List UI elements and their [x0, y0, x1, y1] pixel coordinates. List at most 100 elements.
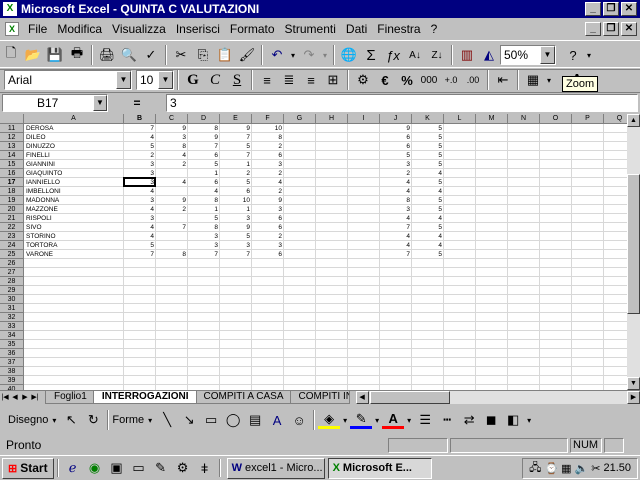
chevron-down-icon[interactable]: ▾	[144, 409, 156, 431]
print-preview-icon[interactable]: 🖶	[66, 44, 88, 66]
student-name-cell[interactable]: SIVO	[26, 223, 126, 232]
grade-cell[interactable]: 5	[124, 142, 156, 151]
line-color-icon[interactable]: ✎	[350, 411, 373, 429]
grade-cell[interactable]: 7	[188, 142, 220, 151]
tray-tool-icon[interactable]: ✂	[591, 462, 600, 475]
column-header-i[interactable]: I	[348, 114, 380, 124]
column-header-l[interactable]: L	[444, 114, 476, 124]
grade-cell[interactable]: 3	[380, 160, 412, 169]
row-header-15[interactable]: 15	[0, 160, 24, 169]
column-header-e[interactable]: E	[220, 114, 252, 124]
column-header-f[interactable]: F	[252, 114, 284, 124]
row-header-25[interactable]: 25	[0, 250, 24, 259]
grade-cell[interactable]: 7	[124, 124, 156, 133]
row-header-29[interactable]: 29	[0, 286, 24, 295]
grade-cell[interactable]: 2	[124, 151, 156, 160]
percent-button[interactable]: %	[396, 69, 418, 91]
menu-inserisci[interactable]: Inserisci	[171, 22, 225, 36]
line-style-icon[interactable]: ☰	[414, 409, 436, 431]
grade-cell[interactable]: 7	[380, 250, 412, 259]
column-header-k[interactable]: K	[412, 114, 444, 124]
menu-file[interactable]: File	[23, 22, 52, 36]
column-header-d[interactable]: D	[188, 114, 220, 124]
grade-cell[interactable]: 3	[156, 133, 188, 142]
column-header-b[interactable]: B	[124, 114, 156, 124]
sheet-tab-interrogazioni[interactable]: INTERROGAZIONI	[92, 391, 198, 404]
grade-cell[interactable]: 3	[252, 205, 284, 214]
column-header-h[interactable]: H	[316, 114, 348, 124]
autoshapes-button[interactable]: Forme	[112, 414, 144, 426]
grade-cell[interactable]: 4	[380, 178, 412, 187]
prev-sheet-icon[interactable]: ◀	[10, 392, 20, 404]
student-name-cell[interactable]: GIANNINI	[26, 160, 126, 169]
spreadsheet-grid[interactable]: A B C D E F G H I J K L M N O P Q 11 DEROSA 7 9 8 9 10 9 5 12 DILEO…	[0, 114, 627, 390]
grade-cell[interactable]: 3	[124, 196, 156, 205]
grade-cell[interactable]: 4	[380, 241, 412, 250]
grade-cell[interactable]: 3	[124, 214, 156, 223]
grade-cell[interactable]: 6	[252, 151, 284, 160]
vertical-scrollbar[interactable]: ▲ ▼	[627, 114, 640, 390]
rectangle-icon[interactable]: ▭	[200, 409, 222, 431]
first-sheet-icon[interactable]: |◀	[0, 392, 10, 404]
student-name-cell[interactable]: IMBELLONI	[26, 187, 126, 196]
column-header-q[interactable]: Q	[604, 114, 627, 124]
chevron-down-icon[interactable]: ▾	[48, 409, 60, 431]
thousands-button[interactable]: 000	[418, 69, 440, 91]
undo-dropdown-icon[interactable]: ▾	[288, 44, 298, 66]
toolbar-options-icon[interactable]: ▾	[584, 44, 594, 66]
student-name-cell[interactable]: MAZZONE	[26, 205, 126, 214]
row-header-28[interactable]: 28	[0, 277, 24, 286]
spelling-icon[interactable]: ✓	[140, 44, 162, 66]
currency-style-icon[interactable]: ⚙	[352, 69, 374, 91]
formula-input[interactable]: 3	[166, 94, 638, 112]
row-header-27[interactable]: 27	[0, 268, 24, 277]
column-header-m[interactable]: M	[476, 114, 508, 124]
row-header-23[interactable]: 23	[0, 232, 24, 241]
grade-cell[interactable]: 3	[188, 241, 220, 250]
3d-icon[interactable]: ◧	[502, 409, 524, 431]
grade-cell[interactable]: 4	[124, 205, 156, 214]
row-header-34[interactable]: 34	[0, 331, 24, 340]
active-cell-b17[interactable]	[123, 177, 156, 187]
grade-cell[interactable]: 2	[252, 169, 284, 178]
grade-cell[interactable]: 4	[380, 214, 412, 223]
font-size-combo[interactable]: 10 ▼	[136, 70, 174, 90]
row-header-38[interactable]: 38	[0, 367, 24, 376]
grade-cell[interactable]: 8	[188, 124, 220, 133]
textbox-icon[interactable]: ▤	[244, 409, 266, 431]
sheet-tab-compiti-a-casa[interactable]: COMPITI A CASA	[194, 391, 293, 404]
grade-cell[interactable]: 4	[124, 133, 156, 142]
save-icon[interactable]: 💾	[44, 44, 66, 66]
workbook-icon[interactable]: X	[5, 22, 19, 36]
underline-button[interactable]: S	[226, 69, 248, 91]
sort-descending-icon[interactable]: Z↓	[426, 44, 448, 66]
new-icon[interactable]: 🗋	[0, 44, 22, 66]
student-name-cell[interactable]: DEROSA	[26, 124, 126, 133]
hscroll-thumb[interactable]	[369, 391, 450, 404]
grade-cell[interactable]: 9	[380, 124, 412, 133]
grade-cell[interactable]: 5	[412, 223, 444, 232]
grade-cell[interactable]: 2	[252, 232, 284, 241]
grade-cell[interactable]: 1	[220, 160, 252, 169]
column-header-g[interactable]: G	[284, 114, 316, 124]
sheet-tab-foglio1[interactable]: Foglio1	[45, 391, 96, 404]
network-icon[interactable]: 🖧	[529, 459, 541, 478]
paste-icon[interactable]: 📋	[214, 44, 236, 66]
channels-icon[interactable]: ▣	[106, 457, 128, 479]
column-header-p[interactable]: P	[572, 114, 604, 124]
task-microsoft-excel[interactable]: X Microsoft E...	[327, 457, 432, 479]
grade-cell[interactable]: 5	[124, 241, 156, 250]
ie-icon[interactable]: ℯ	[62, 457, 84, 479]
scroll-thumb[interactable]	[627, 174, 640, 314]
grade-cell[interactable]: 6	[252, 223, 284, 232]
grade-cell[interactable]: 5	[412, 124, 444, 133]
grade-cell[interactable]: 5	[380, 151, 412, 160]
fill-dropdown-icon[interactable]: ▾	[340, 409, 350, 431]
grade-cell[interactable]: 5	[220, 178, 252, 187]
chart-wizard-icon[interactable]: ▥	[456, 44, 478, 66]
menu-formato[interactable]: Formato	[225, 22, 280, 36]
row-header-13[interactable]: 13	[0, 142, 24, 151]
menu-strumenti[interactable]: Strumenti	[280, 22, 341, 36]
copy-icon[interactable]: ⎘	[192, 44, 214, 66]
grade-cell[interactable]: 10	[220, 196, 252, 205]
